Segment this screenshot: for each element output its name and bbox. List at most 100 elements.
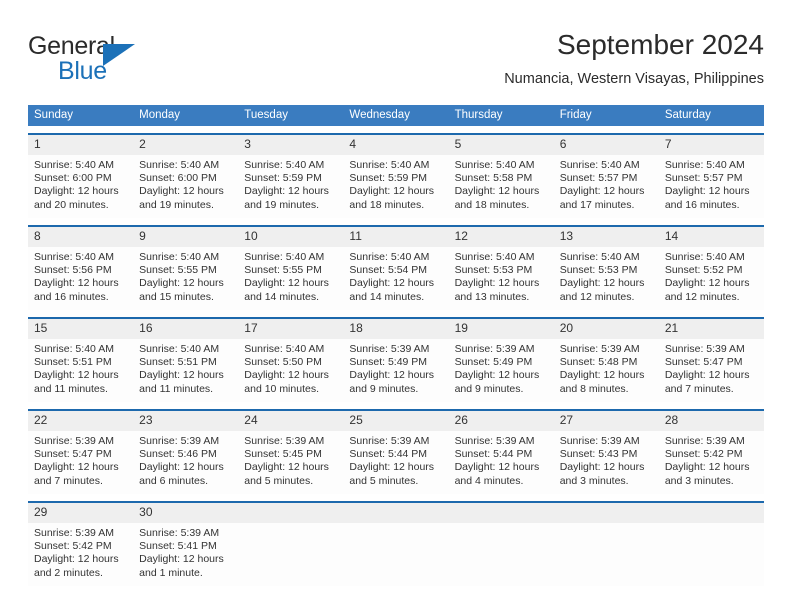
weekday-header-sunday: Sunday <box>34 109 74 121</box>
day-number[interactable]: 16 <box>133 319 238 339</box>
sunset-text: Sunset: 5:48 PM <box>559 356 638 369</box>
day-cell[interactable]: Sunrise: 5:39 AM Sunset: 5:49 PM Dayligh… <box>449 339 554 402</box>
day-number[interactable]: 14 <box>659 227 764 247</box>
day-cell[interactable]: Sunrise: 5:40 AM Sunset: 6:00 PM Dayligh… <box>28 155 133 218</box>
day-number[interactable]: 19 <box>449 319 554 339</box>
sunrise-text: Sunrise: 5:39 AM <box>139 527 220 539</box>
daylight-text: Daylight: 12 hours <box>559 277 645 290</box>
day-number[interactable]: 15 <box>28 319 133 339</box>
calendar-grid: Sunday Monday Tuesday Wednesday Thursday… <box>28 105 764 586</box>
day-number-band: 22 23 24 25 26 27 28 <box>28 411 764 431</box>
sunset-text: Sunset: 5:51 PM <box>34 356 112 369</box>
day-number[interactable]: 6 <box>554 135 659 155</box>
day-cell[interactable]: Sunrise: 5:39 AM Sunset: 5:42 PM Dayligh… <box>28 523 133 586</box>
daylight-text: Daylight: 12 hours <box>454 461 540 474</box>
day-number[interactable]: 13 <box>554 227 659 247</box>
day-cell[interactable]: Sunrise: 5:40 AM Sunset: 5:52 PM Dayligh… <box>659 247 764 310</box>
day-cell[interactable]: Sunrise: 5:40 AM Sunset: 5:51 PM Dayligh… <box>133 339 238 402</box>
day-cell[interactable]: Sunrise: 5:40 AM Sunset: 5:54 PM Dayligh… <box>343 247 448 310</box>
day-number[interactable]: 25 <box>343 411 448 431</box>
day-cell[interactable]: Sunrise: 5:39 AM Sunset: 5:42 PM Dayligh… <box>659 431 764 494</box>
day-number[interactable]: 5 <box>449 135 554 155</box>
daylight-text: Daylight: 12 hours <box>34 461 119 474</box>
day-number[interactable]: 4 <box>343 135 448 155</box>
day-cell[interactable]: Sunrise: 5:39 AM Sunset: 5:44 PM Dayligh… <box>449 431 554 494</box>
sunrise-text: Sunrise: 5:40 AM <box>244 343 325 355</box>
day-cell[interactable]: Sunrise: 5:40 AM Sunset: 5:57 PM Dayligh… <box>659 155 764 218</box>
daylight-text-cont: and 1 minute. <box>139 566 203 579</box>
week-row: 8 9 10 11 12 13 14 Sunrise: 5:40 AM Suns… <box>28 225 764 310</box>
daylight-text: Daylight: 12 hours <box>664 461 750 474</box>
daylight-text-cont: and 16 minutes. <box>664 198 740 211</box>
day-number[interactable]: 27 <box>554 411 659 431</box>
sunrise-text: Sunrise: 5:39 AM <box>349 435 430 447</box>
day-number[interactable]: 29 <box>28 503 133 523</box>
day-number[interactable]: 18 <box>343 319 448 339</box>
day-cell[interactable]: Sunrise: 5:40 AM Sunset: 5:53 PM Dayligh… <box>554 247 659 310</box>
sunset-text: Sunset: 6:00 PM <box>34 172 112 185</box>
daylight-text: Daylight: 12 hours <box>664 369 750 382</box>
day-cell[interactable]: Sunrise: 5:40 AM Sunset: 5:50 PM Dayligh… <box>238 339 343 402</box>
day-cell[interactable]: Sunrise: 5:40 AM Sunset: 5:53 PM Dayligh… <box>449 247 554 310</box>
day-cell[interactable]: Sunrise: 5:40 AM Sunset: 6:00 PM Dayligh… <box>133 155 238 218</box>
day-number[interactable]: 30 <box>133 503 238 523</box>
daylight-text-cont: and 12 minutes. <box>664 290 740 303</box>
day-cell[interactable]: Sunrise: 5:39 AM Sunset: 5:49 PM Dayligh… <box>343 339 448 402</box>
day-number[interactable]: 23 <box>133 411 238 431</box>
daylight-text: Daylight: 12 hours <box>139 553 224 566</box>
weekday-header-wednesday: Wednesday <box>349 109 410 121</box>
day-cell[interactable]: Sunrise: 5:40 AM Sunset: 5:55 PM Dayligh… <box>238 247 343 310</box>
day-cell[interactable]: Sunrise: 5:40 AM Sunset: 5:59 PM Dayligh… <box>343 155 448 218</box>
day-number[interactable]: 26 <box>449 411 554 431</box>
day-number[interactable]: 12 <box>449 227 554 247</box>
day-number-empty <box>343 503 448 523</box>
day-cell[interactable]: Sunrise: 5:40 AM Sunset: 5:58 PM Dayligh… <box>449 155 554 218</box>
day-number[interactable]: 21 <box>659 319 764 339</box>
daylight-text: Daylight: 12 hours <box>349 369 435 382</box>
day-cell[interactable]: Sunrise: 5:39 AM Sunset: 5:47 PM Dayligh… <box>659 339 764 402</box>
day-number[interactable]: 7 <box>659 135 764 155</box>
sunset-text: Sunset: 5:50 PM <box>244 356 322 369</box>
day-detail-band: Sunrise: 5:40 AM Sunset: 5:51 PM Dayligh… <box>28 339 764 402</box>
page-title: September 2024 <box>556 29 764 60</box>
week-row: 1 2 3 4 5 6 7 Sunrise: 5:40 AM Sunset: 6… <box>28 133 764 218</box>
day-number[interactable]: 28 <box>659 411 764 431</box>
daylight-text-cont: and 16 minutes. <box>34 290 109 303</box>
day-number[interactable]: 1 <box>28 135 133 155</box>
day-number[interactable]: 9 <box>133 227 238 247</box>
day-number[interactable]: 17 <box>238 319 343 339</box>
day-cell[interactable]: Sunrise: 5:39 AM Sunset: 5:45 PM Dayligh… <box>238 431 343 494</box>
day-number[interactable]: 24 <box>238 411 343 431</box>
day-number[interactable]: 2 <box>133 135 238 155</box>
day-cell[interactable]: Sunrise: 5:39 AM Sunset: 5:41 PM Dayligh… <box>133 523 238 586</box>
daylight-text-cont: and 4 minutes. <box>454 474 524 487</box>
day-cell[interactable]: Sunrise: 5:39 AM Sunset: 5:44 PM Dayligh… <box>343 431 448 494</box>
day-cell[interactable]: Sunrise: 5:39 AM Sunset: 5:47 PM Dayligh… <box>28 431 133 494</box>
brand-logo[interactable]: General Blue <box>28 32 228 90</box>
sunset-text: Sunset: 5:44 PM <box>349 448 428 461</box>
weekday-header-monday: Monday <box>139 109 181 121</box>
sunset-text: Sunset: 5:41 PM <box>139 540 217 553</box>
daylight-text-cont: and 7 minutes. <box>664 382 734 395</box>
day-cell[interactable]: Sunrise: 5:40 AM Sunset: 5:51 PM Dayligh… <box>28 339 133 402</box>
sunset-text: Sunset: 5:55 PM <box>139 264 217 277</box>
daylight-text-cont: and 9 minutes. <box>349 382 419 395</box>
day-number[interactable]: 3 <box>238 135 343 155</box>
sunset-text: Sunset: 5:47 PM <box>34 448 112 461</box>
day-cell[interactable]: Sunrise: 5:39 AM Sunset: 5:48 PM Dayligh… <box>554 339 659 402</box>
sunset-text: Sunset: 5:58 PM <box>454 172 533 185</box>
day-cell[interactable]: Sunrise: 5:40 AM Sunset: 5:57 PM Dayligh… <box>554 155 659 218</box>
day-cell[interactable]: Sunrise: 5:39 AM Sunset: 5:46 PM Dayligh… <box>133 431 238 494</box>
day-number[interactable]: 20 <box>554 319 659 339</box>
day-number[interactable]: 10 <box>238 227 343 247</box>
day-cell[interactable]: Sunrise: 5:39 AM Sunset: 5:43 PM Dayligh… <box>554 431 659 494</box>
day-cell[interactable]: Sunrise: 5:40 AM Sunset: 5:59 PM Dayligh… <box>238 155 343 218</box>
daylight-text-cont: and 11 minutes. <box>34 382 108 395</box>
daylight-text-cont: and 14 minutes. <box>349 290 425 303</box>
day-number[interactable]: 8 <box>28 227 133 247</box>
daylight-text-cont: and 19 minutes. <box>139 198 214 211</box>
day-cell[interactable]: Sunrise: 5:40 AM Sunset: 5:56 PM Dayligh… <box>28 247 133 310</box>
day-number[interactable]: 11 <box>343 227 448 247</box>
day-number[interactable]: 22 <box>28 411 133 431</box>
day-cell[interactable]: Sunrise: 5:40 AM Sunset: 5:55 PM Dayligh… <box>133 247 238 310</box>
